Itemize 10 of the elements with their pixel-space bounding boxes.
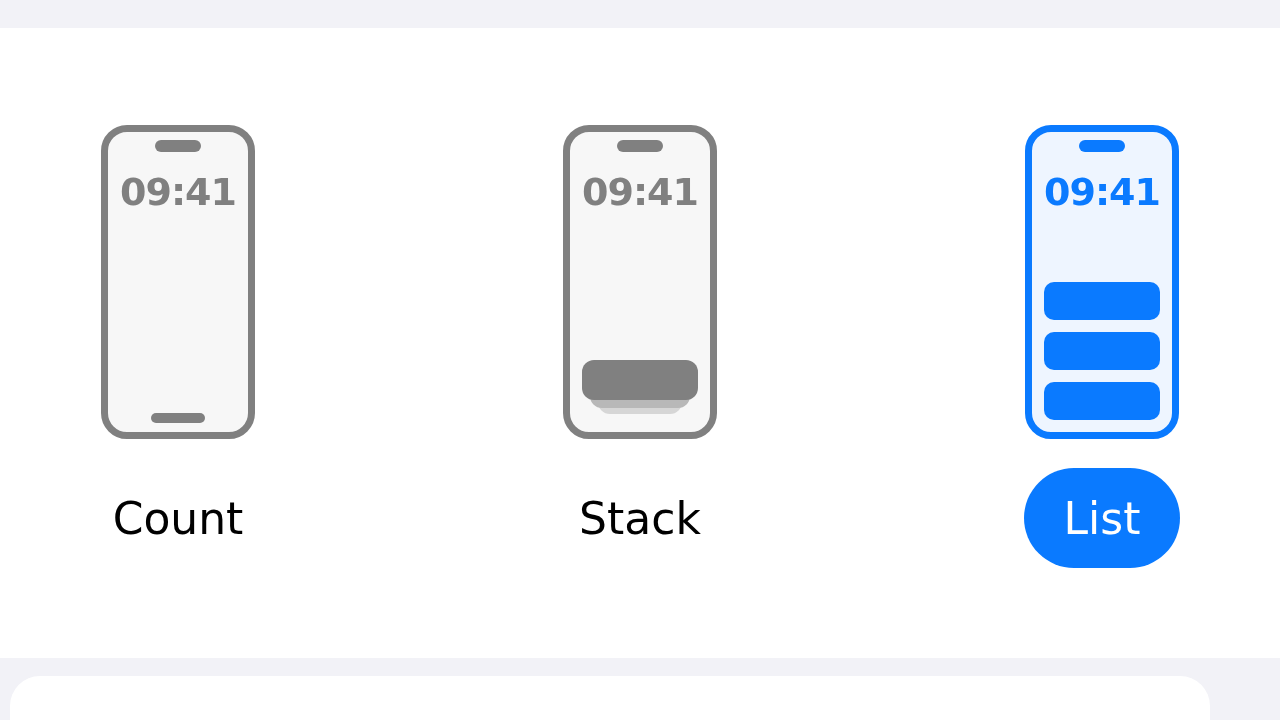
style-option[interactable]: List bbox=[1023, 468, 1181, 568]
notch bbox=[617, 140, 663, 152]
home-bar bbox=[151, 413, 205, 423]
style-option[interactable]: Stack bbox=[539, 468, 741, 568]
clock-time: 09:41 bbox=[582, 170, 698, 214]
notch bbox=[1079, 140, 1125, 152]
notch bbox=[155, 140, 201, 152]
style-option[interactable]: Count bbox=[72, 468, 284, 568]
clock-time: 09:41 bbox=[1044, 170, 1160, 214]
clock-time: 09:41 bbox=[120, 170, 236, 214]
